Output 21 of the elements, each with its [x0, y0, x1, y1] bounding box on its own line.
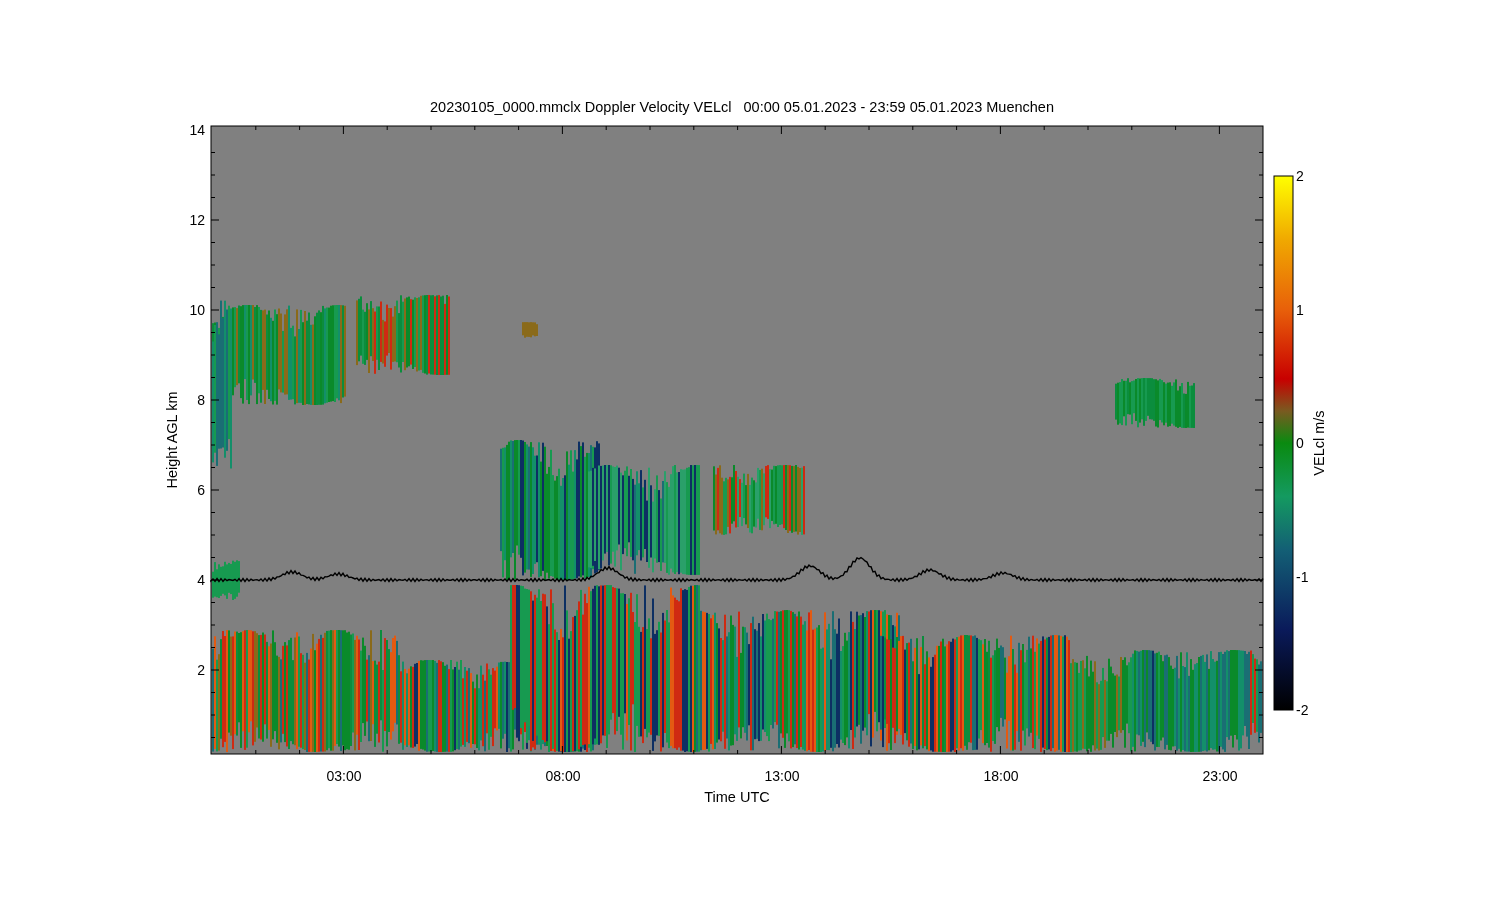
y-tick-label: 12 — [189, 212, 205, 228]
colorbar-tick-label: 1 — [1296, 301, 1304, 318]
x-tick-label: 18:00 — [983, 768, 1019, 784]
x-tick-label: 03:00 — [326, 768, 362, 784]
y-tick-label: 2 — [197, 662, 205, 678]
colorbar-tick-label: 0 — [1296, 435, 1304, 451]
y-tick-label: 4 — [197, 572, 205, 588]
x-tick-label: 23:00 — [1202, 768, 1238, 784]
y-tick-label: 14 — [189, 122, 205, 138]
colorbar-title: VELcl m/s — [1311, 410, 1327, 476]
y-axis-title: Height AGL km — [164, 391, 180, 489]
colorbar-tick-label: -1 — [1296, 568, 1309, 585]
x-tick-label: 08:00 — [545, 768, 581, 784]
y-tick-label: 8 — [197, 392, 205, 408]
x-tick-label: 13:00 — [764, 768, 800, 784]
x-axis-title: Time UTC — [704, 789, 770, 805]
colorbar-tick-label: 2 — [1296, 168, 1304, 184]
y-tick-label: 10 — [189, 302, 205, 318]
colorbar-tick-label: -2 — [1296, 702, 1309, 718]
chart-title: 20230105_0000.mmclx Doppler Velocity VELcl 00:00 05.01.2023 - 23:59 05.01.2023 Muenchen — [430, 99, 1054, 115]
y-tick-label: 6 — [197, 482, 205, 498]
